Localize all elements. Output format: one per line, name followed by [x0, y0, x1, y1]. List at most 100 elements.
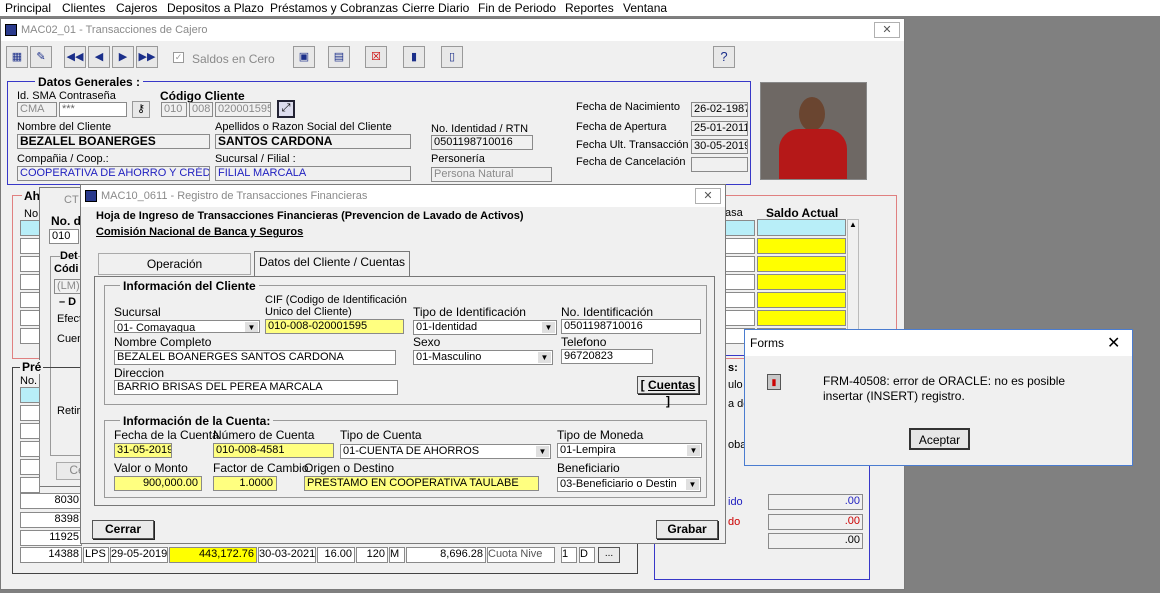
prestamos-row-4[interactable]: [20, 441, 40, 457]
forms-close-icon[interactable]: ✕: [1107, 333, 1120, 353]
next-record-icon[interactable]: ▶: [112, 46, 134, 68]
menu-principal[interactable]: Principal: [5, 1, 51, 15]
loan-cuota[interactable]: 8,696.28: [406, 547, 486, 563]
edit-record-icon[interactable]: ✎: [30, 46, 52, 68]
tipo-id-select[interactable]: 01-Identidad ▼: [413, 320, 557, 335]
nombre-cliente-field[interactable]: BEZALEL BOANERGES: [17, 134, 210, 149]
resumen-value-3[interactable]: .00: [768, 533, 863, 549]
cif-field[interactable]: 010-008-020001595: [265, 319, 404, 334]
aceptar-button[interactable]: Aceptar: [909, 428, 970, 450]
prestamos-row-6[interactable]: [20, 477, 40, 493]
save-icon[interactable]: ▮: [403, 46, 425, 68]
ult-transaccion-field[interactable]: 30-05-2019: [691, 139, 748, 154]
prestamos-num-3[interactable]: 11925: [20, 530, 82, 546]
personeria-select[interactable]: Persona Natural: [431, 167, 552, 182]
origen-field[interactable]: PRESTAMO EN COOPERATIVA TAULABE: [304, 476, 539, 491]
saldos-cero-checkbox[interactable]: ✓: [173, 52, 184, 63]
tipo-cuenta-select[interactable]: 01-CUENTA DE AHORROS ▼: [340, 444, 551, 459]
cerrar-button[interactable]: Cerrar: [92, 520, 154, 539]
sexo-select[interactable]: 01-Masculino ▼: [413, 350, 553, 365]
menu-fin-periodo[interactable]: Fin de Periodo: [478, 1, 556, 15]
monitor-icon[interactable]: ▣: [293, 46, 315, 68]
loan-term[interactable]: 120: [356, 547, 388, 563]
saldo-cell-4[interactable]: [757, 274, 846, 290]
tasa-cell-2[interactable]: [723, 238, 755, 254]
exit-door-icon[interactable]: ▯: [441, 46, 463, 68]
num-cuenta-field[interactable]: 010-008-4581: [213, 443, 334, 458]
factor-field[interactable]: 1.0000: [213, 476, 277, 491]
nombre-completo-field[interactable]: BEZALEL BOANERGES SANTOS CARDONA: [114, 350, 396, 365]
loan-v1[interactable]: 1: [561, 547, 577, 563]
menu-cajeros[interactable]: Cajeros: [116, 1, 157, 15]
moneda-select[interactable]: 01-Lempira ▼: [557, 443, 702, 458]
contrasena-field[interactable]: ***: [59, 102, 127, 117]
sucursal-select[interactable]: 01- Comayagua ▼: [114, 320, 260, 333]
last-record-icon[interactable]: ▶▶: [136, 46, 158, 68]
prestamos-row-2[interactable]: [20, 405, 40, 421]
menu-cierre-diario[interactable]: Cierre Diario: [402, 1, 469, 15]
help-button[interactable]: ?: [713, 46, 735, 68]
compania-field[interactable]: COOPERATIVA DE AHORRO Y CRÉDITO: [17, 166, 210, 181]
menu-depositos[interactable]: Depositos a Plazo: [167, 1, 264, 15]
menu-clientes[interactable]: Clientes: [62, 1, 105, 15]
menu-prestamos[interactable]: Préstamos y Cobranzas: [270, 1, 398, 15]
loan-date[interactable]: 29-05-2019: [110, 547, 168, 563]
menu-ventana[interactable]: Ventana: [623, 1, 667, 15]
tab-operacion[interactable]: Operación: [98, 253, 251, 275]
prev-record-icon[interactable]: ◀: [88, 46, 110, 68]
cancelacion-field[interactable]: [691, 157, 748, 172]
close-button[interactable]: ✕: [874, 22, 900, 38]
telefono-field[interactable]: 96720823: [561, 349, 653, 364]
loan-currency[interactable]: LPS: [83, 547, 109, 563]
saldo-scrollbar[interactable]: ▲: [847, 219, 859, 345]
tasa-cell-4[interactable]: [723, 274, 755, 290]
tasa-cell-6[interactable]: [723, 310, 755, 326]
tab-datos-cliente[interactable]: Datos del Cliente / Cuentas: [254, 251, 410, 277]
print-icon[interactable]: ▤: [328, 46, 350, 68]
codigo-cliente-part2[interactable]: 008: [189, 102, 213, 117]
loan-more-button[interactable]: ...: [598, 547, 620, 563]
codigo-cliente-part3[interactable]: 020001595: [215, 102, 271, 117]
beneficiario-select[interactable]: 03-Beneficiario o Destin ▼: [557, 477, 701, 492]
loan-due-date[interactable]: 30-03-2021: [258, 547, 316, 563]
fecha-cuenta-field[interactable]: 31-05-2019: [114, 443, 172, 458]
codigo-cliente-part1[interactable]: 010: [161, 102, 187, 117]
apellidos-field[interactable]: SANTOS CARDONA: [215, 134, 411, 149]
tasa-cell-1[interactable]: [723, 220, 755, 236]
saldo-cell-2[interactable]: [757, 238, 846, 254]
loan-rate[interactable]: 16.00: [317, 547, 355, 563]
first-record-icon[interactable]: ◀◀: [64, 46, 86, 68]
cuentas-button[interactable]: [ Cuentas ]: [637, 376, 699, 408]
cancel-icon[interactable]: ☒: [365, 46, 387, 68]
nacimiento-field[interactable]: 26-02-1987: [691, 102, 748, 117]
prestamos-num-2[interactable]: 8398: [20, 512, 82, 528]
new-record-icon[interactable]: ▦: [6, 46, 28, 68]
tasa-cell-5[interactable]: [723, 292, 755, 308]
saldo-cell-6[interactable]: [757, 310, 846, 326]
loan-number[interactable]: 14388: [20, 547, 82, 563]
registro-close-button[interactable]: ✕: [695, 188, 721, 204]
saldo-cell-5[interactable]: [757, 292, 846, 308]
loan-d[interactable]: D: [579, 547, 595, 563]
valor-field[interactable]: 900,000.00: [114, 476, 202, 491]
prestamos-row-3[interactable]: [20, 423, 40, 439]
direccion-field[interactable]: BARRIO BRISAS DEL PEREA MARCALA: [114, 380, 398, 395]
loan-amount[interactable]: 443,172.76: [169, 547, 257, 563]
grabar-button[interactable]: Grabar: [656, 520, 718, 539]
apertura-field[interactable]: 25-01-2011: [691, 121, 748, 136]
saldo-cell-3[interactable]: [757, 256, 846, 272]
resumen-value-2[interactable]: .00: [768, 514, 863, 530]
prestamos-row-5[interactable]: [20, 459, 40, 475]
ct-010-field[interactable]: 010: [49, 229, 79, 244]
prestamos-row-1[interactable]: [20, 387, 40, 403]
no-id-field[interactable]: 0501198710016: [561, 319, 701, 334]
loan-m[interactable]: M: [389, 547, 405, 563]
sucursal-field[interactable]: FILIAL MARCALA: [215, 166, 411, 181]
saldo-cell-1[interactable]: [757, 219, 846, 236]
search-cliente-icon[interactable]: ⤢: [277, 100, 295, 118]
menu-reportes[interactable]: Reportes: [565, 1, 614, 15]
identidad-field[interactable]: 0501198710016: [431, 135, 533, 150]
prestamos-num-1[interactable]: 8030: [20, 493, 82, 509]
tasa-cell-3[interactable]: [723, 256, 755, 272]
resumen-value-1[interactable]: .00: [768, 494, 863, 510]
